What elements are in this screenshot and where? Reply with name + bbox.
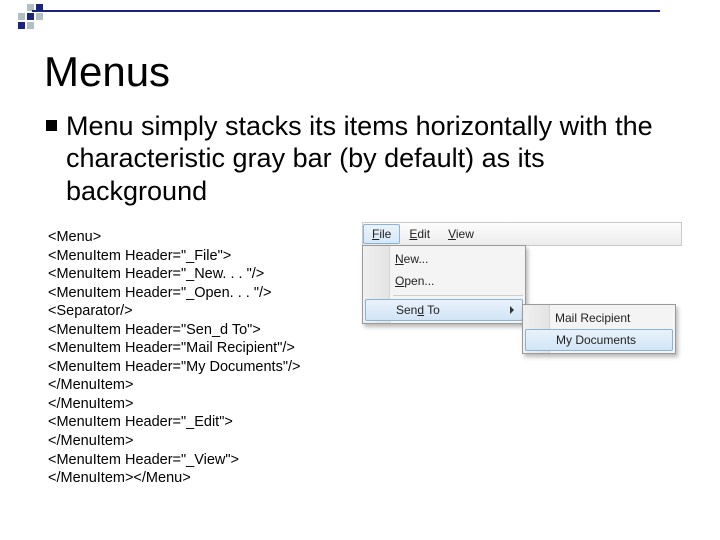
submenu-send-to: Mail Recipient My Documents (522, 304, 676, 354)
submenu-arrow-icon (510, 306, 514, 314)
menubar-item-file[interactable]: File (363, 224, 400, 244)
xaml-code-block: <Menu> <MenuItem Header="_File"> <MenuIt… (48, 228, 300, 488)
menu-item-new[interactable]: New... (363, 248, 525, 270)
menubar-item-edit[interactable]: Edit (400, 224, 439, 244)
menubar-item-view[interactable]: View (439, 224, 483, 244)
dropdown-file: New... Open... Send To (362, 245, 526, 324)
menu-item-mail-recipient[interactable]: Mail Recipient (523, 307, 675, 329)
bullet-square-icon (46, 120, 57, 131)
menubar: File Edit View (362, 222, 682, 246)
menu-item-open[interactable]: Open... (363, 270, 525, 292)
slide-corner-decoration (18, 4, 43, 29)
menu-item-send-to[interactable]: Send To (365, 299, 523, 321)
slide-title: Menus (44, 48, 170, 96)
bullet-text: Menu simply stacks its items horizontall… (66, 110, 680, 207)
menu-separator (393, 295, 523, 296)
menu-screenshot: File Edit View New... Open... Send To Ma… (362, 222, 682, 246)
slide-top-rule (32, 10, 660, 16)
menu-item-my-documents[interactable]: My Documents (525, 329, 673, 351)
